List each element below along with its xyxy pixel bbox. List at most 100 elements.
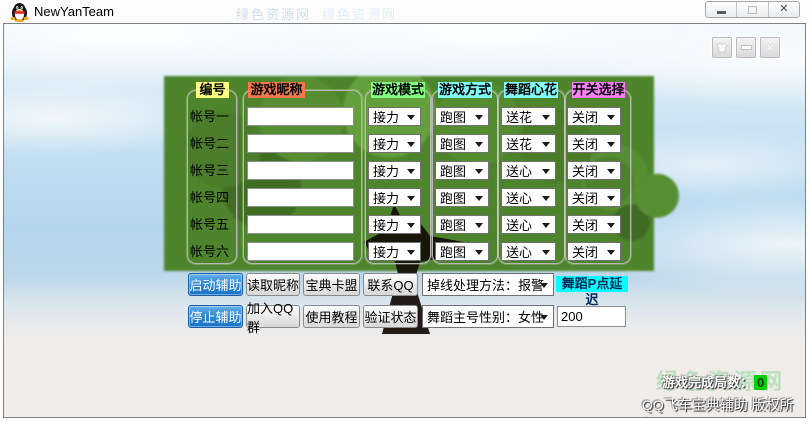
minimize-icon xyxy=(741,45,752,50)
mode-select-3[interactable]: 接力 xyxy=(368,161,421,180)
chevron-down-icon xyxy=(475,169,483,174)
nickname-input-4[interactable] xyxy=(247,188,354,207)
offline-handling-select[interactable]: 掉线处理方法：报警 xyxy=(422,273,554,296)
nickname-input-6[interactable] xyxy=(247,242,354,261)
chevron-down-icon xyxy=(407,169,415,174)
way-select-5[interactable]: 跑图 xyxy=(435,215,489,234)
way-select-2[interactable]: 跑图 xyxy=(435,134,489,153)
chevron-down-icon xyxy=(542,196,550,201)
start-helper-button[interactable]: 启动辅助 xyxy=(188,273,243,296)
chevron-down-icon xyxy=(475,223,483,228)
switch-select-5[interactable]: 关闭 xyxy=(567,215,621,234)
maximize-icon xyxy=(748,6,757,14)
mode-select-2[interactable]: 接力 xyxy=(368,134,421,153)
dance-gender-select[interactable]: 舞蹈主号性别：女性 xyxy=(422,305,554,328)
chevron-down-icon xyxy=(542,115,550,120)
os-maximize-button xyxy=(736,2,767,17)
account-label-5: 帐号五 xyxy=(190,215,238,234)
window-title: NewYanTeam xyxy=(34,4,114,19)
column-header-id: 编号 xyxy=(196,82,229,98)
switch-select-3[interactable]: 关闭 xyxy=(567,161,621,180)
chevron-down-icon xyxy=(475,115,483,120)
flower-select-1[interactable]: 送花 xyxy=(501,107,556,126)
chevron-down-icon xyxy=(607,169,615,174)
chevron-down-icon xyxy=(542,223,550,228)
chevron-down-icon xyxy=(475,250,483,255)
chevron-down-icon xyxy=(475,196,483,201)
stop-helper-button[interactable]: 停止辅助 xyxy=(188,305,243,328)
dance-p-delay-label: 舞蹈P点延迟 xyxy=(556,276,628,292)
close-icon: ✕ xyxy=(779,4,788,15)
nickname-input-1[interactable] xyxy=(247,107,354,126)
verify-status-button[interactable]: 验证状态 xyxy=(363,305,418,328)
flower-select-2[interactable]: 送花 xyxy=(501,134,556,153)
app-close-button[interactable]: ✕ xyxy=(760,37,780,58)
flower-select-4[interactable]: 送心 xyxy=(501,188,556,207)
nickname-input-2[interactable] xyxy=(247,134,354,153)
account-label-1: 帐号一 xyxy=(190,107,238,126)
chevron-down-icon xyxy=(407,250,415,255)
account-label-2: 帐号二 xyxy=(190,134,238,153)
column-header-nickname: 游戏昵称 xyxy=(248,82,305,98)
chevron-down-icon xyxy=(540,315,548,320)
chevron-down-icon xyxy=(542,169,550,174)
chevron-down-icon xyxy=(407,142,415,147)
close-icon: ✕ xyxy=(765,41,775,55)
switch-select-1[interactable]: 关闭 xyxy=(567,107,621,126)
contact-qq-button[interactable]: 联系QQ xyxy=(363,273,418,296)
minimize-icon xyxy=(717,11,726,14)
nickname-input-5[interactable] xyxy=(247,215,354,234)
p-delay-input[interactable] xyxy=(557,306,626,327)
chevron-down-icon xyxy=(607,223,615,228)
tutorial-button[interactable]: 使用教程 xyxy=(303,305,360,328)
join-qq-group-button[interactable]: 加入QQ群 xyxy=(246,305,300,328)
skin-button[interactable] xyxy=(712,37,732,58)
chevron-down-icon xyxy=(607,115,615,120)
way-select-1[interactable]: 跑图 xyxy=(435,107,489,126)
dance-gender-label: 舞蹈主号性别： xyxy=(427,307,518,326)
chevron-down-icon xyxy=(407,196,415,201)
chevron-down-icon xyxy=(540,283,548,288)
app-window: ✕ 编号 游戏昵称 游戏模式 游戏方式 舞蹈心花 开关选择 帐号一 接力 跑图 … xyxy=(3,23,806,418)
account-label-3: 帐号三 xyxy=(190,161,238,180)
card-union-button[interactable]: 宝典卡盟 xyxy=(303,273,360,296)
account-label-4: 帐号四 xyxy=(190,188,238,207)
mode-select-6[interactable]: 接力 xyxy=(368,242,421,261)
shirt-icon xyxy=(716,42,728,53)
nickname-input-3[interactable] xyxy=(247,161,354,180)
chevron-down-icon xyxy=(542,250,550,255)
column-header-flower: 舞蹈心花 xyxy=(504,82,558,98)
os-minimize-button[interactable] xyxy=(706,2,736,17)
os-titlebar: NewYanTeam 绿色资源网 绿色资源网 ✕ xyxy=(0,0,812,23)
column-header-mode: 游戏模式 xyxy=(371,82,425,98)
qq-penguin-icon xyxy=(10,2,29,22)
way-select-4[interactable]: 跑图 xyxy=(435,188,489,207)
way-select-3[interactable]: 跑图 xyxy=(435,161,489,180)
switch-select-2[interactable]: 关闭 xyxy=(567,134,621,153)
screenshot-root: NewYanTeam 绿色资源网 绿色资源网 ✕ ✕ xyxy=(0,0,812,425)
chevron-down-icon xyxy=(542,142,550,147)
chevron-down-icon xyxy=(607,250,615,255)
chevron-down-icon xyxy=(607,142,615,147)
mode-select-5[interactable]: 接力 xyxy=(368,215,421,234)
copyright-text: QQ飞车宝典辅助 版权所有 xyxy=(642,395,805,418)
switch-select-6[interactable]: 关闭 xyxy=(567,242,621,261)
flower-select-3[interactable]: 送心 xyxy=(501,161,556,180)
switch-select-4[interactable]: 关闭 xyxy=(567,188,621,207)
offline-handling-label: 掉线处理方法： xyxy=(427,275,518,294)
flower-select-6[interactable]: 送心 xyxy=(501,242,556,261)
watermark: 绿色资源网 xyxy=(236,4,311,23)
app-minimize-button[interactable] xyxy=(736,37,756,58)
games-count-badge: 0 xyxy=(754,375,767,390)
games-done-counter: 游戏完成局数：0 xyxy=(662,372,767,391)
flower-select-5[interactable]: 送心 xyxy=(501,215,556,234)
way-select-6[interactable]: 跑图 xyxy=(435,242,489,261)
read-nickname-button[interactable]: 读取昵称 xyxy=(246,273,300,296)
os-close-button[interactable]: ✕ xyxy=(768,2,799,17)
mode-select-1[interactable]: 接力 xyxy=(368,107,421,126)
mode-select-4[interactable]: 接力 xyxy=(368,188,421,207)
column-header-way: 游戏方式 xyxy=(438,82,492,98)
os-window-controls: ✕ xyxy=(705,1,800,18)
chevron-down-icon xyxy=(407,115,415,120)
chevron-down-icon xyxy=(407,223,415,228)
